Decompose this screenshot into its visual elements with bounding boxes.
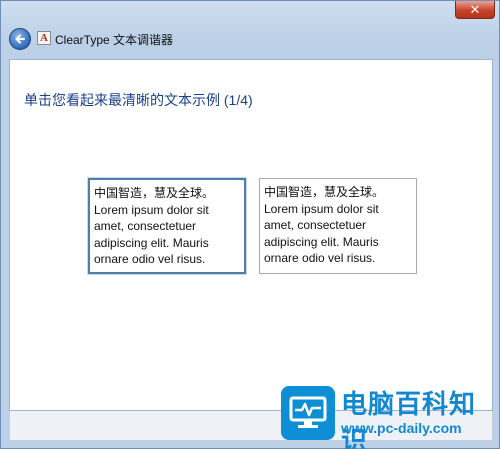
watermark-url: www.pc-daily.com	[341, 420, 462, 436]
back-button[interactable]	[9, 28, 31, 50]
title-bar: ✕ A ClearType 文本调谐器	[1, 1, 500, 61]
sample-latin-text: Lorem ipsum dolor sit amet, consectetuer…	[264, 201, 379, 266]
sample-latin-text: Lorem ipsum dolor sit amet, consectetuer…	[94, 202, 209, 267]
text-sample-1[interactable]: 中国智造，慧及全球。 Lorem ipsum dolor sit amet, c…	[88, 178, 246, 274]
page-heading: 单击您看起来最清晰的文本示例 (1/4)	[24, 92, 253, 108]
window-title: ClearType 文本调谐器	[55, 33, 174, 47]
close-icon: ✕	[469, 1, 481, 17]
content-panel: 单击您看起来最清晰的文本示例 (1/4) 中国智造，慧及全球。 Lorem ip…	[9, 59, 493, 411]
sample-chinese-text: 中国智造，慧及全球。	[264, 185, 385, 199]
watermark-title: 电脑百科知识	[341, 389, 477, 449]
close-button[interactable]: ✕	[455, 1, 495, 19]
sample-chinese-text: 中国智造，慧及全球。	[94, 186, 215, 200]
cleartype-window: ✕ A ClearType 文本调谐器 单击您看起来最清晰的文本示例 (1/4)…	[0, 0, 500, 449]
monitor-icon	[281, 386, 335, 440]
text-sample-2[interactable]: 中国智造，慧及全球。 Lorem ipsum dolor sit amet, c…	[259, 178, 417, 274]
back-arrow-icon	[15, 34, 25, 44]
watermark: 电脑百科知识 www.pc-daily.com	[281, 380, 495, 449]
cleartype-app-icon: A	[37, 31, 51, 45]
